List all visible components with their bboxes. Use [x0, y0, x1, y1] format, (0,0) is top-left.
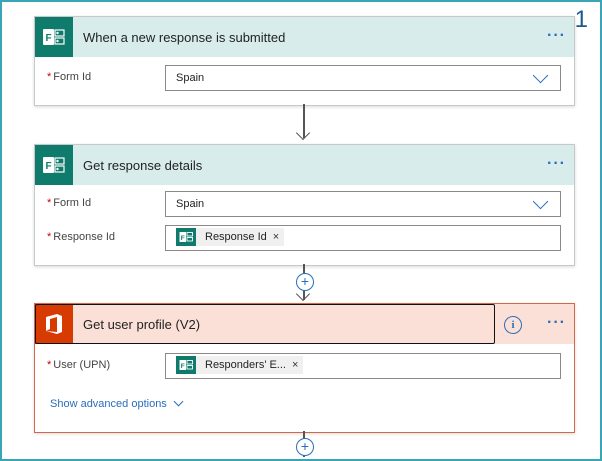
svg-text:F: F [45, 161, 51, 172]
profile-user-row: * User (UPN) F Responders' E... × [35, 353, 574, 379]
required-mark: * [47, 231, 52, 243]
show-advanced-options-link[interactable]: Show advanced options [50, 396, 184, 410]
responders-email-token[interactable]: F Responders' E... × [176, 356, 304, 374]
form-id-label: * Form Id [47, 197, 91, 209]
more-icon[interactable]: ··· [547, 27, 566, 45]
svg-text:F: F [181, 363, 185, 370]
trigger-card[interactable]: F When a new response is submitted ··· *… [34, 16, 575, 106]
details-card-header[interactable]: F Get response details ··· [35, 145, 574, 185]
advanced-options-label: Show advanced options [50, 398, 167, 410]
form-id-label-text: Form Id [53, 197, 92, 209]
office-icon [35, 304, 73, 344]
user-upn-label-text: User (UPN) [53, 359, 111, 371]
forms-icon: F [35, 145, 73, 185]
trigger-card-header[interactable]: F When a new response is submitted ··· [35, 17, 574, 57]
response-id-token[interactable]: F Response Id × [176, 228, 285, 246]
required-mark: * [47, 197, 52, 209]
profile-card[interactable]: Get user profile (V2) i ··· * User (UPN) … [34, 303, 575, 433]
details-card-title: Get response details [83, 157, 203, 173]
svg-text:F: F [45, 33, 51, 44]
profile-card-title: Get user profile (V2) [83, 316, 201, 332]
more-icon[interactable]: ··· [547, 314, 566, 332]
form-id-value: Spain [176, 198, 205, 210]
remove-token-icon[interactable]: × [292, 359, 303, 371]
step-number: 1 [574, 6, 588, 33]
forms-icon: F [176, 228, 196, 246]
trigger-form-id-row: * Form Id Spain [35, 65, 574, 91]
required-mark: * [47, 71, 52, 83]
chevron-down-icon[interactable] [532, 67, 549, 84]
svg-text:F: F [181, 235, 185, 242]
details-card[interactable]: F Get response details ··· * Form Id Spai… [34, 144, 575, 266]
forms-icon: F [35, 17, 73, 57]
more-icon[interactable]: ··· [547, 155, 566, 173]
response-id-label-text: Response Id [53, 231, 116, 243]
response-id-label: * Response Id [47, 231, 115, 243]
user-upn-label: * User (UPN) [47, 359, 110, 371]
info-icon[interactable]: i [504, 316, 522, 334]
token-label: Responders' E... [205, 359, 286, 371]
trigger-card-title: When a new response is submitted [83, 29, 286, 45]
token-label: Response Id [205, 231, 267, 243]
chevron-down-icon[interactable] [532, 193, 549, 210]
profile-card-header[interactable]: Get user profile (V2) i ··· [35, 304, 574, 344]
chevron-down-icon [173, 396, 184, 407]
response-id-input[interactable]: F Response Id × [165, 225, 561, 251]
user-upn-input[interactable]: F Responders' E... × [165, 353, 561, 379]
remove-token-icon[interactable]: × [273, 231, 284, 243]
details-form-id-row: * Form Id Spain [35, 191, 574, 217]
form-id-label-text: Form Id [53, 71, 92, 83]
details-response-id-row: * Response Id F Response Id × [35, 225, 574, 251]
required-mark: * [47, 359, 52, 371]
form-id-dropdown[interactable]: Spain [165, 65, 561, 91]
forms-icon: F [176, 356, 196, 374]
form-id-label: * Form Id [47, 71, 91, 83]
form-id-dropdown[interactable]: Spain [165, 191, 561, 217]
plus-icon[interactable]: + [296, 438, 314, 456]
form-id-value: Spain [176, 72, 205, 84]
